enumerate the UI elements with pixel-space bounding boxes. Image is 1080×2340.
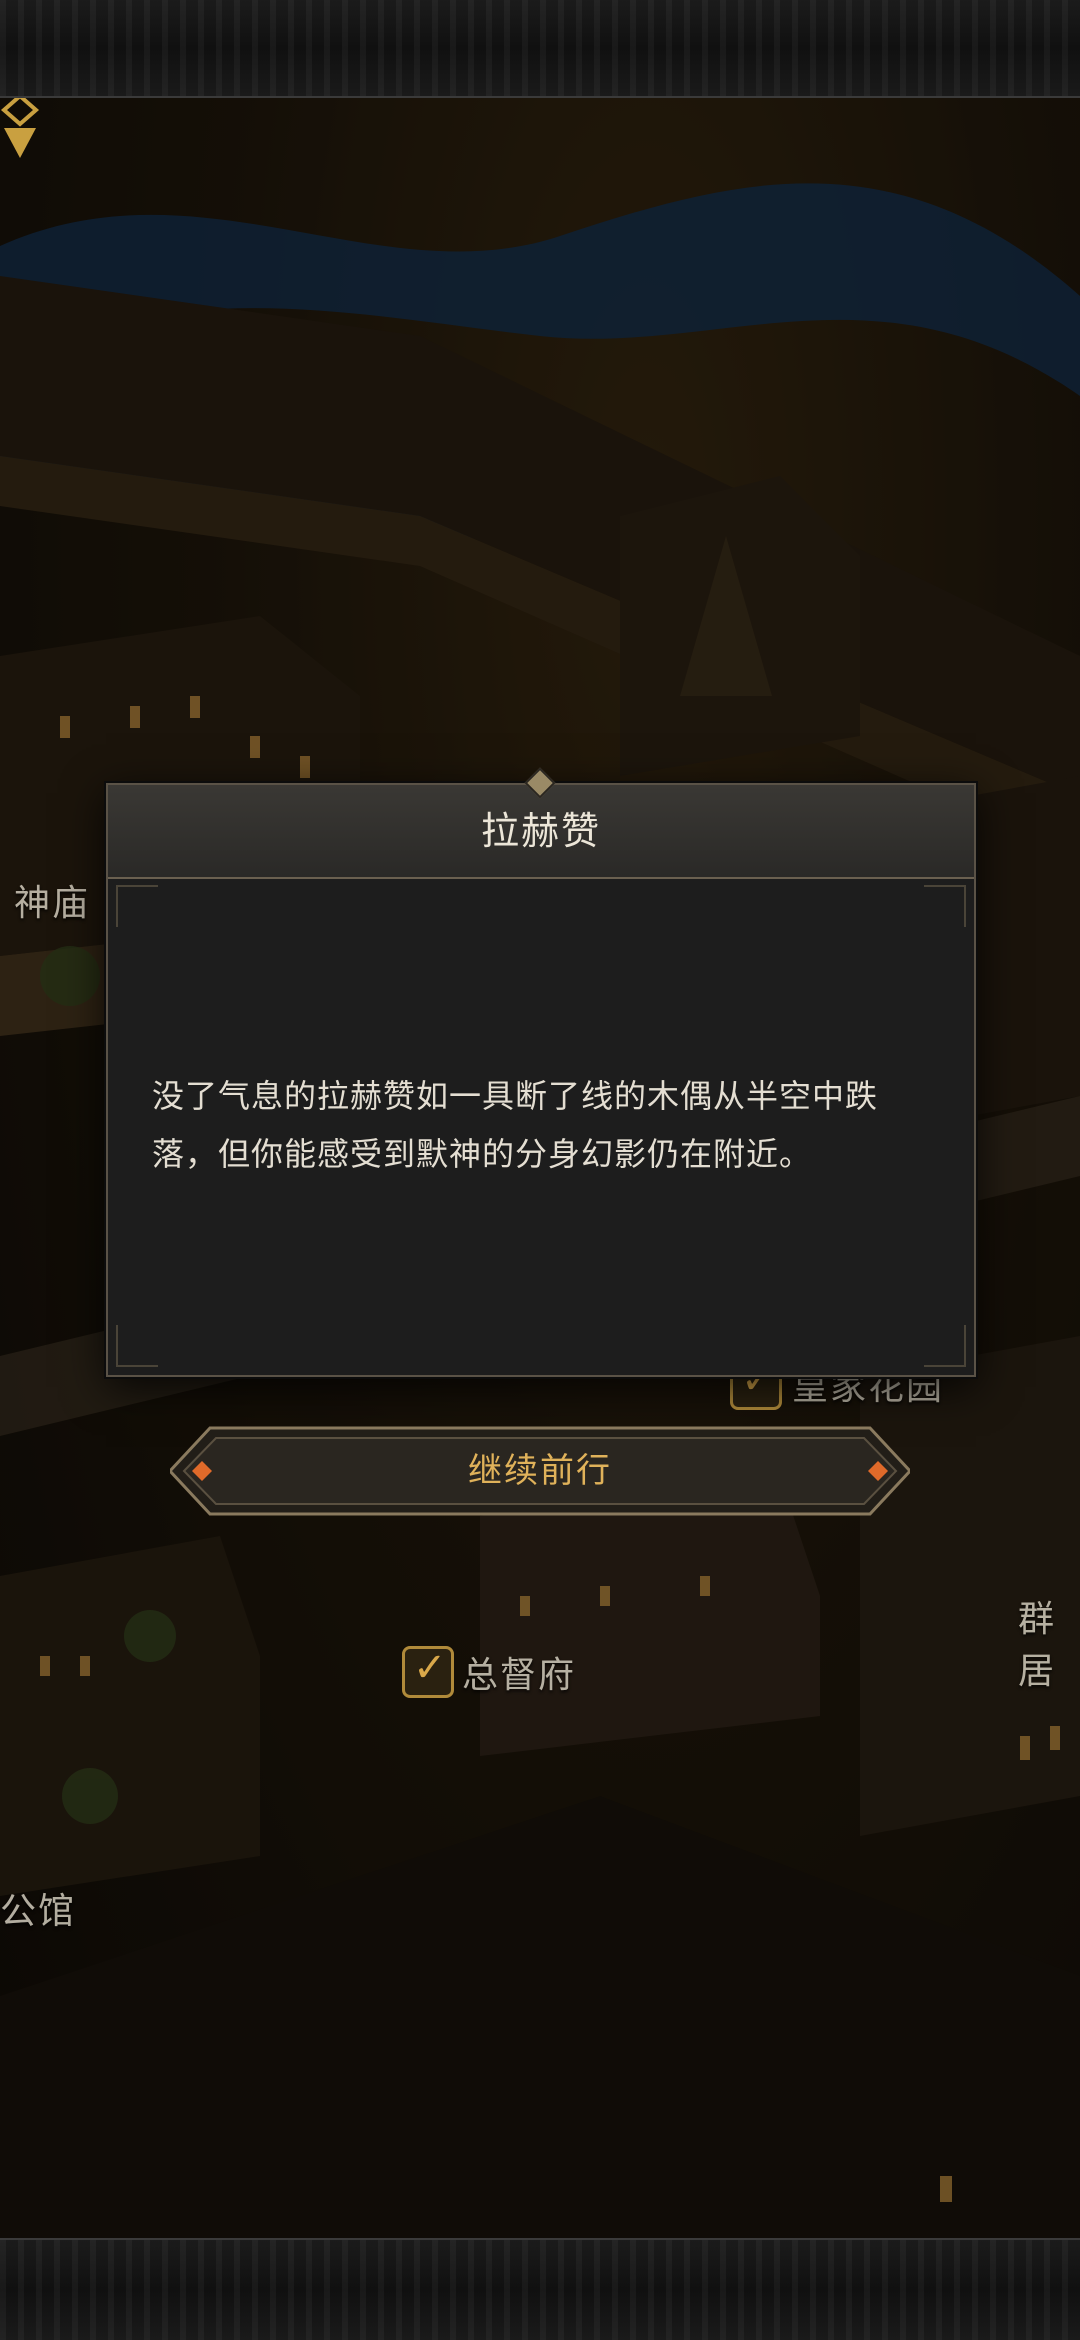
dialog-corner-ornament	[116, 1325, 158, 1367]
dialog-title: 拉赫赞	[480, 809, 601, 853]
map-label-governor-office[interactable]: 总督府	[462, 1646, 576, 1698]
dialog-corner-ornament	[924, 1325, 966, 1367]
continue-button-label: 继续前行	[468, 1451, 612, 1491]
dialog-corner-ornament	[924, 885, 966, 927]
map-label-mansion[interactable]: 公馆	[0, 1882, 76, 1934]
location-marker-icon[interactable]	[0, 96, 40, 160]
dialog-corner-ornament	[116, 885, 158, 927]
bottom-ornamental-frame	[0, 2238, 1080, 2340]
game-screen: 神庙 皇家花园 总督府 公馆 群居 拉赫赞 没了气息的拉赫赞如一具断了线的木偶从…	[0, 0, 1080, 2340]
story-dialog: 拉赫赞 没了气息的拉赫赞如一具断了线的木偶从半空中跌落，但你能感受到默神的分身幻…	[106, 783, 976, 1377]
checkmark-icon	[402, 1645, 454, 1698]
dialog-header: 拉赫赞	[108, 785, 974, 879]
top-ornamental-frame	[0, 0, 1080, 98]
dialog-body-text: 没了气息的拉赫赞如一具断了线的木偶从半空中跌落，但你能感受到默神的分身幻影仍在附…	[152, 1077, 879, 1173]
map-label-temple[interactable]: 神庙	[14, 874, 90, 926]
map-label-partial-right[interactable]: 群居	[1018, 1590, 1080, 1694]
continue-button[interactable]: 继续前行	[170, 1424, 910, 1518]
